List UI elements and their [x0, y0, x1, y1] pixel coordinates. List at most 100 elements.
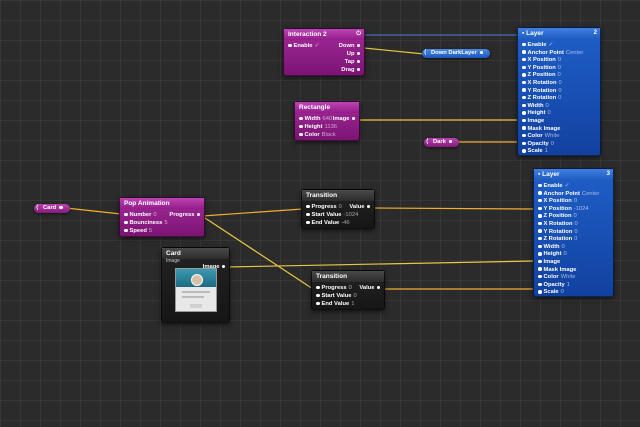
- down-darklayer-pill[interactable]: ⟨ Down DarkLayer: [422, 49, 491, 58]
- outlet-dot[interactable]: [376, 285, 380, 290]
- inlet-dot[interactable]: [124, 212, 128, 217]
- inlet-dot[interactable]: [538, 191, 542, 195]
- port-enable[interactable]: Enable ✓: [286, 42, 319, 50]
- layer-patch-3[interactable]: ▪ Layer 3 Enable ✓ Anchor Point Center X Pos…: [533, 168, 614, 297]
- inlet-dot[interactable]: [538, 236, 542, 241]
- port-down[interactable]: Down: [339, 42, 362, 50]
- port-height[interactable]: Height 1136: [297, 123, 337, 131]
- inlet-dot[interactable]: [299, 124, 303, 129]
- inlet-dot[interactable]: [538, 267, 542, 271]
- port-start-value[interactable]: Start Value -1024: [304, 211, 358, 219]
- pill-label: Card: [43, 205, 57, 211]
- inlet-dot[interactable]: [538, 183, 542, 188]
- inlet-dot[interactable]: [538, 274, 542, 279]
- inlet-dot[interactable]: [538, 221, 542, 226]
- transition-patch-2[interactable]: Transition Progress 0 Start Value 0 End Va…: [311, 270, 385, 310]
- inlet-dot[interactable]: [316, 293, 320, 298]
- inlet-dot[interactable]: [522, 103, 526, 108]
- outlet-dot[interactable]: [448, 139, 453, 144]
- outlet-dot[interactable]: [356, 43, 360, 48]
- port-progress-in[interactable]: Progress 0: [314, 284, 352, 292]
- inlet-dot[interactable]: [306, 220, 310, 225]
- port-tap[interactable]: Tap: [345, 58, 362, 66]
- outlet-dot[interactable]: [351, 116, 355, 121]
- inlet-dot[interactable]: [522, 42, 526, 47]
- port-end-value[interactable]: End Value 1: [314, 300, 354, 308]
- port-start-value[interactable]: Start Value 0: [314, 292, 357, 300]
- layer-port[interactable]: Scale 1: [520, 147, 548, 155]
- layer-patch-2[interactable]: ▪ Layer 2 Enable ✓ Anchor Point Center X Pos…: [517, 27, 601, 156]
- inlet-dot[interactable]: [538, 206, 542, 211]
- inlet-dot[interactable]: [538, 252, 542, 256]
- rectangle-patch[interactable]: Rectangle Width 640 Height 1136 Color Black…: [294, 101, 360, 141]
- port-drag[interactable]: Drag: [341, 66, 362, 74]
- inlet-dot[interactable]: [538, 198, 542, 203]
- inlet-dot[interactable]: [538, 214, 542, 218]
- port-progress[interactable]: Progress: [169, 211, 202, 219]
- inlet-dot[interactable]: [522, 50, 526, 54]
- port-label: Down: [338, 43, 355, 49]
- port-width[interactable]: Width 640: [297, 115, 332, 123]
- layer-header[interactable]: ▪ Layer 2: [518, 28, 600, 39]
- inlet-dot[interactable]: [316, 285, 320, 290]
- card-pill[interactable]: ⟨ Card: [34, 204, 70, 213]
- port-number[interactable]: Number 0: [122, 211, 157, 219]
- port-up[interactable]: Up: [347, 50, 362, 58]
- card-image-patch[interactable]: Card Image Image: [161, 247, 230, 323]
- inlet-dot[interactable]: [522, 95, 526, 100]
- pop-animation-patch[interactable]: Pop Animation Number 0 Bounciness 5 Speed 5…: [119, 197, 205, 237]
- inlet-dot[interactable]: [299, 132, 303, 137]
- transition-patch-1[interactable]: Transition Progress 0 Start Value -1024 En…: [301, 189, 375, 229]
- inlet-dot[interactable]: [522, 80, 526, 85]
- inlet-dot[interactable]: [522, 149, 526, 153]
- interaction-header[interactable]: Interaction 2 ⏻: [284, 29, 364, 40]
- inlet-dot[interactable]: [522, 88, 526, 92]
- port-value-out[interactable]: Value: [359, 284, 382, 292]
- outlet-dot[interactable]: [221, 264, 225, 269]
- inlet-dot[interactable]: [538, 259, 542, 264]
- inlet-dot[interactable]: [522, 133, 526, 138]
- port-end-value[interactable]: End Value -46: [304, 219, 350, 227]
- layer-header[interactable]: ▪ Layer 3: [534, 169, 613, 180]
- port-bounciness[interactable]: Bounciness 5: [122, 219, 168, 227]
- inlet-dot[interactable]: [538, 290, 542, 294]
- port-color[interactable]: Color Black: [297, 131, 336, 139]
- port-speed[interactable]: Speed 5: [122, 227, 152, 235]
- inlet-dot[interactable]: [306, 204, 310, 209]
- outlet-dot[interactable]: [59, 205, 63, 210]
- inlet-dot[interactable]: [522, 73, 526, 77]
- transition-header[interactable]: Transition: [302, 190, 374, 201]
- port-value-out[interactable]: Value: [349, 203, 372, 211]
- inlet-dot[interactable]: [538, 244, 542, 249]
- layer-port[interactable]: Scale 0: [536, 288, 564, 296]
- outlet-dot[interactable]: [356, 59, 360, 64]
- rectangle-header[interactable]: Rectangle: [295, 102, 359, 113]
- interaction-patch[interactable]: Interaction 2 ⏻ Enable ✓ Down Up Tap Drag: [283, 28, 365, 76]
- port-value: Black: [321, 132, 336, 138]
- inlet-dot[interactable]: [522, 57, 526, 62]
- inlet-dot[interactable]: [316, 301, 320, 306]
- inlet-dot[interactable]: [522, 65, 526, 70]
- port-image[interactable]: Image: [333, 115, 357, 123]
- outlet-dot[interactable]: [356, 51, 360, 56]
- inlet-dot[interactable]: [288, 43, 292, 48]
- outlet-dot[interactable]: [366, 204, 370, 209]
- inlet-dot[interactable]: [124, 228, 128, 233]
- inlet-dot[interactable]: [522, 118, 526, 123]
- power-icon[interactable]: ⏻: [356, 29, 361, 40]
- inlet-dot[interactable]: [522, 126, 526, 130]
- port-progress-in[interactable]: Progress 0: [304, 203, 342, 211]
- inlet-dot[interactable]: [538, 282, 542, 287]
- pop-animation-header[interactable]: Pop Animation: [120, 198, 204, 209]
- inlet-dot[interactable]: [306, 212, 310, 217]
- inlet-dot[interactable]: [299, 116, 303, 121]
- inlet-dot[interactable]: [538, 229, 542, 233]
- outlet-dot[interactable]: [479, 50, 484, 55]
- outlet-dot[interactable]: [356, 67, 360, 72]
- dark-pill[interactable]: ⟨ Dark: [424, 138, 460, 147]
- inlet-dot[interactable]: [522, 111, 526, 115]
- inlet-dot[interactable]: [124, 220, 128, 225]
- inlet-dot[interactable]: [522, 141, 526, 146]
- transition-header[interactable]: Transition: [312, 271, 384, 282]
- outlet-dot[interactable]: [196, 212, 200, 217]
